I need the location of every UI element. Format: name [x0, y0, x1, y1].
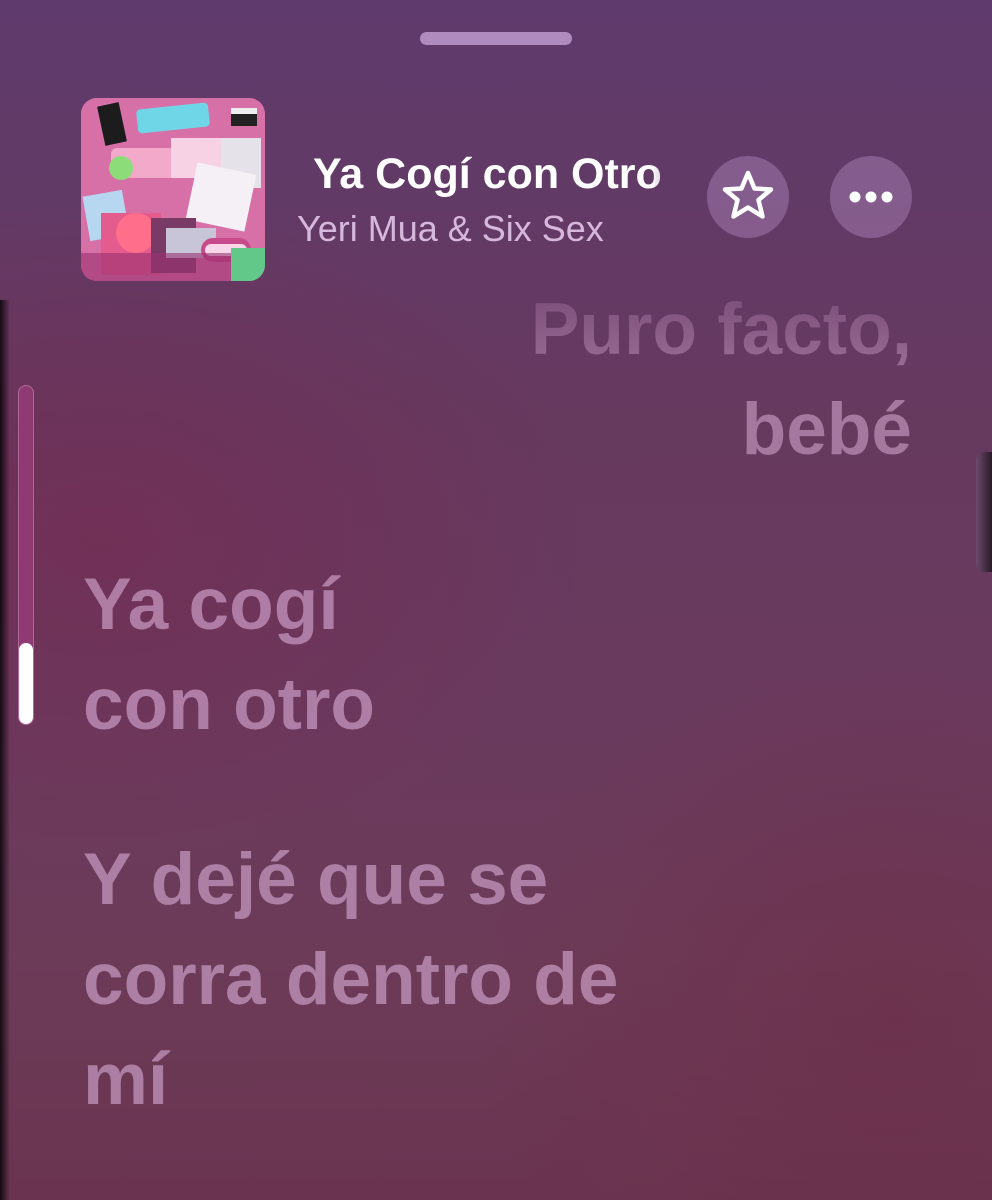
ellipsis-icon	[849, 191, 893, 203]
lyric-text: con otro	[83, 664, 375, 745]
lyric-text: bebé	[741, 389, 912, 470]
device-side-button	[976, 452, 992, 572]
track-title[interactable]: Ya Cogí con Otro	[313, 146, 698, 202]
lyric-line-past[interactable]: Puro facto, bebé	[312, 280, 912, 480]
album-collage-image	[81, 98, 265, 281]
lyric-text: Ya cogí	[83, 564, 339, 645]
lyric-line[interactable]: Ya cogí con otro	[83, 555, 883, 755]
album-artwork[interactable]	[81, 98, 265, 281]
track-artist[interactable]: Yeri Mua & Six Sex	[297, 205, 697, 253]
lyric-line[interactable]: Y dejé que se corra dentro de mí	[83, 830, 903, 1130]
lyric-text: Y dejé que se	[83, 839, 549, 920]
lyric-text: corra dentro de	[83, 939, 619, 1020]
volume-level-fill	[19, 642, 33, 724]
volume-slider[interactable]	[18, 385, 34, 725]
lyric-text: Puro facto,	[530, 289, 912, 370]
lyric-text: mí	[83, 1039, 169, 1120]
sheet-edge-shadow	[0, 300, 10, 1200]
more-options-button[interactable]	[830, 156, 912, 238]
star-outline-icon	[722, 170, 774, 219]
sheet-grabber[interactable]	[420, 32, 572, 45]
favorite-button[interactable]	[707, 156, 789, 238]
